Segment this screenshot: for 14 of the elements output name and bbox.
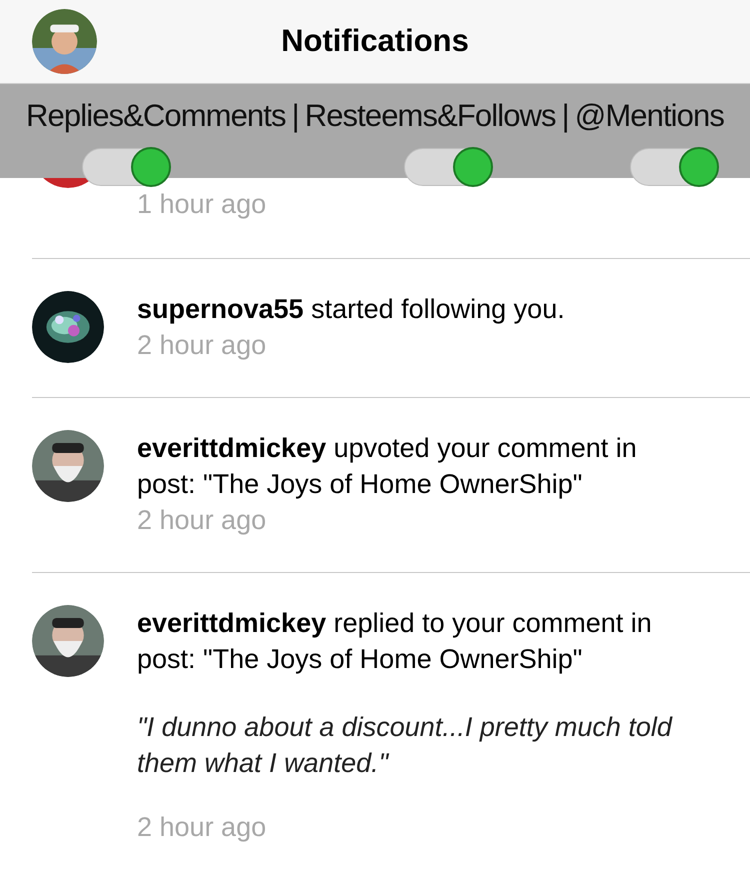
timestamp: 2 hour ago bbox=[137, 811, 268, 844]
timestamp: 2 hour ago bbox=[137, 329, 268, 362]
comment-quote: "I dunno about a discount...I pretty much told them what I wanted." bbox=[137, 711, 674, 780]
separator: | bbox=[290, 97, 300, 135]
filter-label: @Mentions bbox=[574, 97, 724, 135]
timestamp: 1 hour ago bbox=[137, 188, 268, 221]
filter-label: Resteems&Follows bbox=[304, 97, 556, 135]
page-title: Notifications bbox=[281, 22, 469, 60]
separator: | bbox=[560, 97, 570, 135]
notification-message: supernova55 started following you. bbox=[137, 293, 566, 326]
notification-message: everittdmickey replied to your comment in post: "The Joys of Home OwnerShip" bbox=[137, 607, 653, 676]
timestamp: 2 hour ago bbox=[137, 504, 268, 537]
notification-message: everittdmickey upvoted your comment in post: "The Joys of Home OwnerShip" bbox=[137, 432, 638, 501]
filter-label: Replies&Comments bbox=[26, 97, 286, 135]
